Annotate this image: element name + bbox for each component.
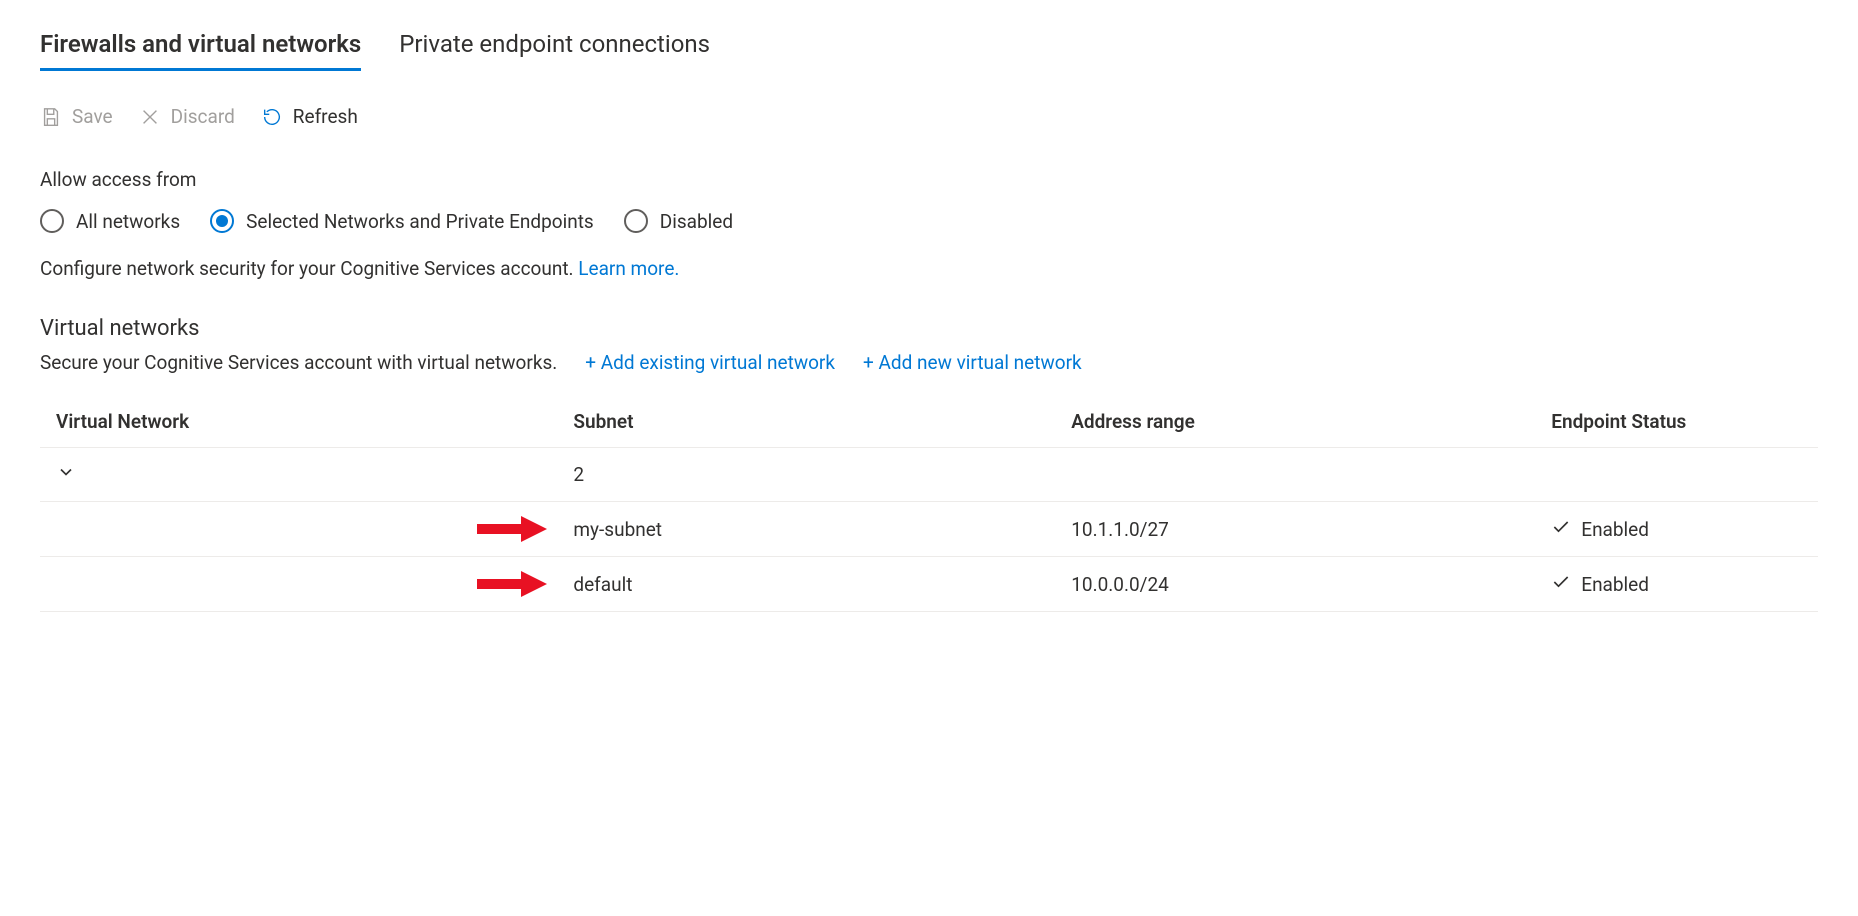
vnet-table: Virtual Network Subnet Address range End… bbox=[40, 396, 1818, 612]
discard-button[interactable]: Discard bbox=[139, 105, 235, 128]
radio-disabled[interactable]: Disabled bbox=[624, 209, 733, 233]
virtual-networks-heading: Virtual networks bbox=[40, 316, 1818, 341]
allow-access-radio-group: All networks Selected Networks and Priva… bbox=[40, 209, 1818, 233]
radio-selected-networks[interactable]: Selected Networks and Private Endpoints bbox=[210, 209, 594, 233]
tab-firewalls[interactable]: Firewalls and virtual networks bbox=[40, 30, 361, 71]
tabs-bar: Firewalls and virtual networks Private e… bbox=[40, 30, 1818, 71]
col-header-addr: Address range bbox=[1071, 396, 1551, 448]
virtual-networks-secure-text: Secure your Cognitive Services account w… bbox=[40, 351, 557, 374]
col-header-vnet: Virtual Network bbox=[40, 396, 573, 448]
add-new-vnet-link[interactable]: + Add new virtual network bbox=[863, 351, 1082, 374]
col-header-subnet: Subnet bbox=[573, 396, 1071, 448]
discard-label: Discard bbox=[171, 105, 235, 128]
address-range: 10.0.0.0/24 bbox=[1071, 557, 1551, 612]
refresh-label: Refresh bbox=[293, 105, 358, 128]
radio-all-networks-label: All networks bbox=[76, 210, 180, 233]
save-label: Save bbox=[72, 105, 113, 128]
add-existing-vnet-link[interactable]: + Add existing virtual network bbox=[585, 351, 835, 374]
arrow-right-icon bbox=[477, 516, 547, 542]
group-subnet-count: 2 bbox=[573, 448, 1071, 502]
col-header-status: Endpoint Status bbox=[1551, 396, 1818, 448]
subnet-name: default bbox=[573, 573, 632, 596]
description-text: Configure network security for your Cogn… bbox=[40, 257, 578, 280]
save-icon bbox=[40, 106, 62, 128]
network-security-description: Configure network security for your Cogn… bbox=[40, 257, 1818, 280]
radio-icon bbox=[210, 209, 234, 233]
arrow-right-icon bbox=[477, 571, 547, 597]
save-button[interactable]: Save bbox=[40, 105, 113, 128]
close-icon bbox=[139, 106, 161, 128]
table-row[interactable]: my-subnet 10.1.1.0/27 Enabled bbox=[40, 502, 1818, 557]
address-range: 10.1.1.0/27 bbox=[1071, 502, 1551, 557]
check-icon bbox=[1551, 517, 1571, 542]
radio-icon bbox=[40, 209, 64, 233]
radio-selected-networks-label: Selected Networks and Private Endpoints bbox=[246, 210, 594, 233]
tab-private-endpoints[interactable]: Private endpoint connections bbox=[399, 30, 710, 71]
virtual-networks-actions: Secure your Cognitive Services account w… bbox=[40, 351, 1818, 374]
subnet-name: my-subnet bbox=[573, 518, 662, 541]
endpoint-status: Enabled bbox=[1581, 518, 1649, 541]
radio-disabled-label: Disabled bbox=[660, 210, 733, 233]
endpoint-status: Enabled bbox=[1581, 573, 1649, 596]
allow-access-label: Allow access from bbox=[40, 168, 1818, 191]
radio-icon bbox=[624, 209, 648, 233]
toolbar: Save Discard Refresh bbox=[40, 105, 1818, 128]
chevron-down-icon bbox=[56, 462, 76, 487]
table-row[interactable]: default 10.0.0.0/24 Enabled bbox=[40, 557, 1818, 612]
table-group-row[interactable]: 2 bbox=[40, 448, 1818, 502]
learn-more-link[interactable]: Learn more. bbox=[578, 257, 679, 280]
check-icon bbox=[1551, 572, 1571, 597]
radio-all-networks[interactable]: All networks bbox=[40, 209, 180, 233]
refresh-icon bbox=[261, 106, 283, 128]
refresh-button[interactable]: Refresh bbox=[261, 105, 358, 128]
